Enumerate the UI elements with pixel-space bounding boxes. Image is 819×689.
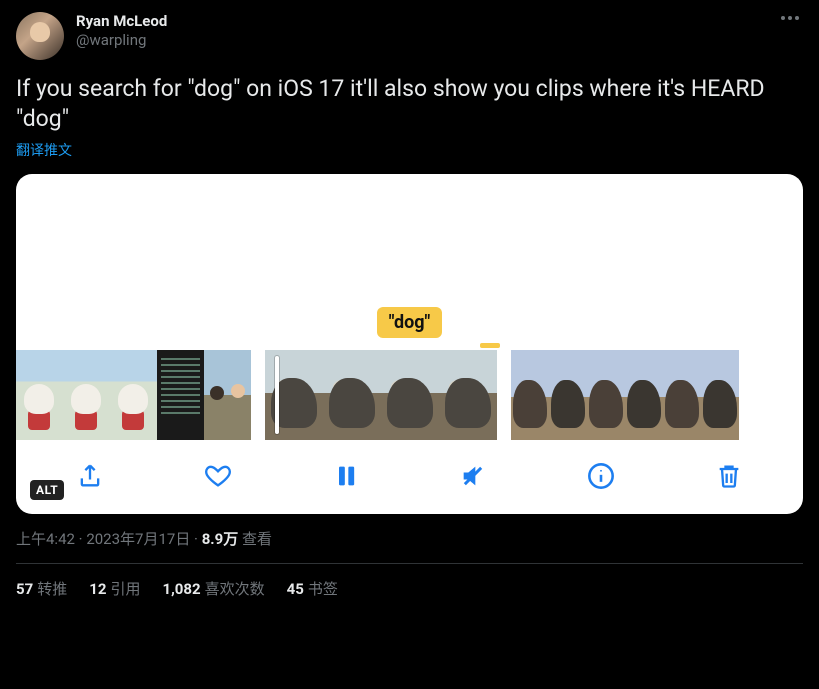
clip-thumbnail[interactable] — [16, 350, 63, 440]
clip-thumbnail[interactable] — [157, 350, 204, 440]
views-count: 8.9万 — [202, 530, 239, 548]
tweet-stats: 57转推 12引用 1,082喜欢次数 45书签 — [16, 578, 803, 599]
clip-thumbnail[interactable] — [265, 350, 323, 440]
divider — [16, 563, 803, 564]
clip-thumbnail[interactable] — [701, 350, 739, 440]
translate-link[interactable]: 翻译推文 — [16, 140, 72, 160]
mute-icon — [459, 462, 487, 490]
tweet-header: Ryan McLeod @warpling — [16, 12, 803, 60]
tweet-time[interactable]: 上午4:42 — [16, 530, 75, 548]
dots-icon — [781, 16, 785, 20]
clip-thumbnail[interactable] — [381, 350, 439, 440]
clip-thumbnail[interactable] — [439, 350, 497, 440]
media-preview-area: "dog" — [16, 174, 803, 350]
clip-group[interactable] — [511, 350, 739, 440]
tweet-text: If you search for "dog" on iOS 17 it'll … — [16, 74, 803, 134]
more-options-button[interactable] — [777, 12, 803, 24]
alt-badge[interactable]: ALT — [30, 480, 64, 500]
info-icon — [587, 462, 615, 490]
clip-group-active[interactable] — [265, 350, 497, 440]
clip-thumbnail[interactable] — [204, 350, 251, 440]
tweet-date[interactable]: 2023年7月17日 — [86, 530, 190, 548]
clip-group[interactable] — [16, 350, 251, 440]
media-attachment[interactable]: "dog" — [16, 174, 803, 514]
retweets-stat[interactable]: 57转推 — [16, 578, 67, 599]
views-label: 查看 — [238, 530, 272, 548]
display-name[interactable]: Ryan McLeod — [76, 12, 167, 31]
tweet: Ryan McLeod @warpling If you search for … — [0, 0, 819, 611]
clip-thumbnail[interactable] — [511, 350, 549, 440]
clip-thumbnail[interactable] — [323, 350, 381, 440]
media-toolbar — [16, 442, 803, 514]
clip-thumbnail[interactable] — [663, 350, 701, 440]
share-button[interactable] — [74, 460, 106, 492]
avatar[interactable] — [16, 12, 64, 60]
clip-thumbnail[interactable] — [587, 350, 625, 440]
author-names: Ryan McLeod @warpling — [76, 12, 167, 50]
mute-button[interactable] — [457, 460, 489, 492]
heart-icon — [204, 462, 232, 490]
pause-button[interactable] — [330, 460, 362, 492]
video-timeline[interactable] — [16, 350, 803, 442]
share-icon — [76, 462, 104, 490]
clip-thumbnail[interactable] — [63, 350, 110, 440]
pause-icon — [332, 462, 360, 490]
info-button[interactable] — [585, 460, 617, 492]
search-term-badge: "dog" — [377, 307, 443, 338]
bookmarks-stat[interactable]: 45书签 — [287, 578, 338, 599]
trash-icon — [715, 462, 743, 490]
handle[interactable]: @warpling — [76, 31, 167, 50]
delete-button[interactable] — [713, 460, 745, 492]
likes-stat[interactable]: 1,082喜欢次数 — [162, 578, 264, 599]
tweet-meta: 上午4:42 · 2023年7月17日 · 8.9万 查看 — [16, 528, 803, 549]
like-button[interactable] — [202, 460, 234, 492]
clip-thumbnail[interactable] — [549, 350, 587, 440]
quotes-stat[interactable]: 12引用 — [89, 578, 140, 599]
clip-thumbnail[interactable] — [625, 350, 663, 440]
clip-thumbnail[interactable] — [110, 350, 157, 440]
